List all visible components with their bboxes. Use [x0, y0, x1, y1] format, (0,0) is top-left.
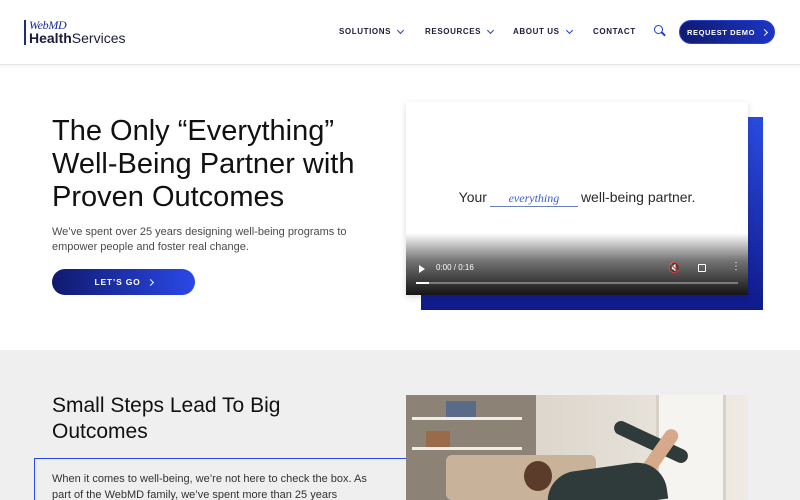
- shelf-board: [412, 447, 522, 450]
- request-demo-label: REQUEST DEMO: [686, 27, 756, 37]
- video-progress-bar[interactable]: [416, 282, 738, 284]
- books: [446, 401, 476, 417]
- request-demo-button[interactable]: REQUEST DEMO: [679, 20, 775, 44]
- hero-title: The Only “Everything” Well-Being Partner…: [52, 115, 355, 213]
- logo-services-text: Services: [71, 30, 126, 46]
- hero-subtitle: We’ve spent over 25 years designing well…: [52, 226, 347, 253]
- play-icon[interactable]: [419, 265, 425, 273]
- nav-contact-label: CONTACT: [593, 27, 636, 36]
- logo-health-text: Health: [29, 30, 72, 46]
- chevron-down-icon: [487, 26, 495, 34]
- logo-bar: [24, 20, 26, 45]
- books: [426, 431, 450, 447]
- webmd-health-services-logo[interactable]: WebMD HealthServices: [24, 19, 134, 47]
- video-tagline: Your everything well-being partner.: [406, 189, 748, 207]
- chevron-right-icon: [146, 278, 154, 286]
- section2-title: Small Steps Lead To Big Outcomes: [52, 394, 281, 443]
- shelf-board: [412, 417, 522, 420]
- search-icon-handle: [661, 31, 666, 37]
- more-options-icon[interactable]: ⋮: [731, 262, 741, 272]
- video-progress-fill: [416, 282, 429, 284]
- search-icon[interactable]: [654, 25, 666, 37]
- nav-solutions-label: SOLUTIONS: [339, 27, 392, 36]
- nav-about-us-label: ABOUT US: [513, 27, 560, 36]
- video-controls: 0:00 / 0:16 🔇 ⋮: [406, 255, 748, 295]
- tagline-before: Your: [458, 189, 487, 205]
- logo-health-services-text: HealthServices: [29, 31, 125, 46]
- chevron-down-icon: [397, 26, 405, 34]
- lets-go-button[interactable]: LET’S GO: [52, 269, 195, 295]
- nav-item-about-us[interactable]: ABOUT US: [513, 26, 573, 36]
- nav-item-resources[interactable]: RESOURCES: [425, 26, 495, 36]
- chevron-down-icon: [565, 26, 573, 34]
- lets-go-label: LET’S GO: [94, 277, 141, 287]
- hero-video-player[interactable]: Your everything well-being partner. 0:00 /…: [406, 102, 748, 295]
- nav-resources-label: RESOURCES: [425, 27, 482, 36]
- photo-person-head: [524, 461, 552, 491]
- tagline-after: well-being partner.: [580, 189, 696, 205]
- video-time: 0:00 / 0:16: [436, 263, 474, 272]
- fullscreen-icon[interactable]: [698, 264, 706, 272]
- chevron-right-icon: [760, 28, 769, 36]
- nav-item-contact[interactable]: CONTACT: [593, 27, 636, 36]
- nav-item-solutions[interactable]: SOLUTIONS: [339, 26, 405, 36]
- section2-body: When it comes to well-being, we’re not h…: [52, 473, 367, 500]
- tagline-highlight: everything: [489, 191, 578, 207]
- mute-icon[interactable]: 🔇: [668, 263, 680, 274]
- yoga-photo: [406, 395, 748, 500]
- site-header: WebMD HealthServices SOLUTIONS RESOURCES…: [0, 0, 800, 65]
